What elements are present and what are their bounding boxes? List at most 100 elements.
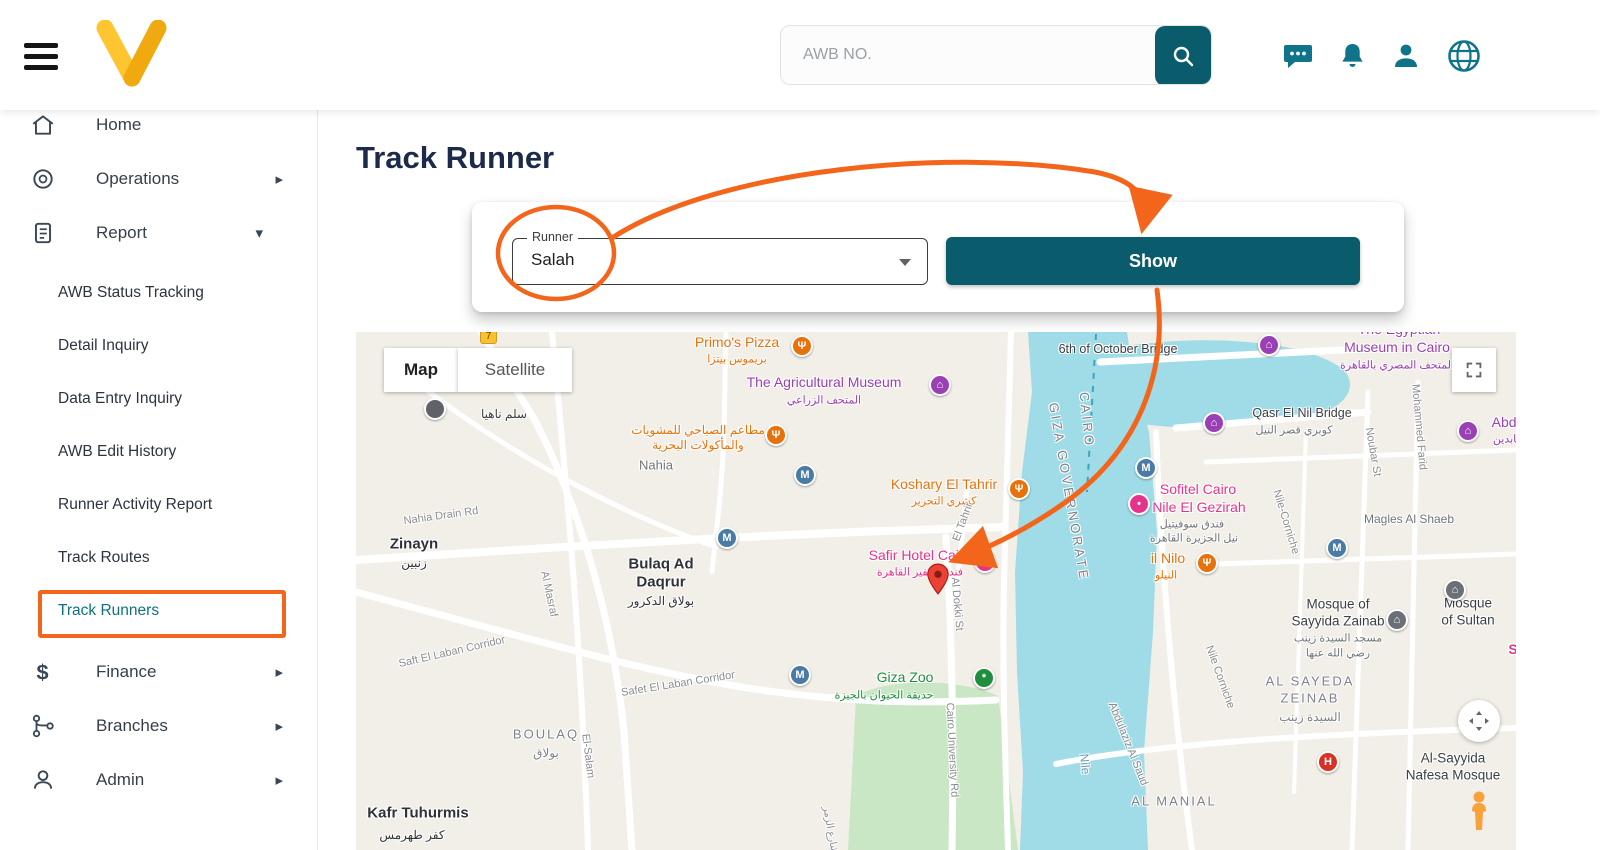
map-label: عابدين xyxy=(1492,433,1516,446)
map-label: Noubar St xyxy=(1362,426,1384,478)
attraction-poi[interactable]: ⌂ xyxy=(1203,412,1225,434)
map-label: بريموس بيتزا xyxy=(707,353,767,366)
map-label: Safet El Laban Corridor xyxy=(620,669,736,699)
runner-location-marker[interactable] xyxy=(921,561,955,602)
chevron-right-icon: ▸ xyxy=(275,171,283,188)
landmark-poi[interactable] xyxy=(424,398,446,420)
map-label: Koshary El Tahrir xyxy=(890,476,998,492)
map-label: Nile Corniche xyxy=(1203,643,1237,711)
map-label: Al Masraf xyxy=(538,570,560,618)
map-label: Giza Zoo xyxy=(876,669,934,685)
admin-person-icon xyxy=(33,770,53,789)
map-label: فندق سوفيتيل xyxy=(1159,518,1225,531)
brand-logo xyxy=(95,19,167,93)
map-label: il Nilo xyxy=(1150,550,1186,566)
map-label: النيلو xyxy=(1154,569,1178,582)
map-label: المتحف المصري بالقاهرة xyxy=(1340,359,1454,372)
hotel-poi[interactable]: • xyxy=(1128,493,1150,515)
sidebar-item-runner-activity-report[interactable]: Runner Activity Report xyxy=(0,478,317,531)
svg-text:$: $ xyxy=(37,660,49,685)
map-label: BOULAQ xyxy=(512,726,580,742)
map-label: 6th of October Bridge xyxy=(1058,342,1178,356)
pegman-icon[interactable] xyxy=(1466,790,1492,837)
hamburger-menu-icon[interactable] xyxy=(24,43,58,76)
notifications-bell-icon[interactable] xyxy=(1339,42,1366,76)
map-label: بولاق الدكرور xyxy=(627,594,695,608)
show-button[interactable]: Show xyxy=(946,237,1360,285)
sidebar-item-awb-edit-history[interactable]: AWB Edit History xyxy=(0,425,317,478)
sidebar-item-awb-status-tracking[interactable]: AWB Status Tracking xyxy=(0,266,317,319)
report-submenu: AWB Status Tracking Detail Inquiry Data … xyxy=(0,266,317,637)
metro-station-poi[interactable]: M xyxy=(1135,457,1157,479)
map-canvas[interactable]: Primo's Pizza بريموس بيتزا The Agricultura… xyxy=(356,332,1516,850)
route-shield-badge: 7 xyxy=(480,332,497,344)
search-button[interactable] xyxy=(1155,26,1211,84)
awb-search-input[interactable] xyxy=(781,26,1155,84)
restaurant-poi[interactable]: Ψ xyxy=(765,424,787,446)
mosque-poi[interactable]: ⌂ xyxy=(1386,609,1408,631)
map-label: سلم ناهيا xyxy=(481,407,527,421)
map-label: Nile El Gezirah xyxy=(1152,499,1246,515)
chevron-right-icon: ▸ xyxy=(275,664,283,681)
pan-arrows-icon xyxy=(1469,711,1489,731)
chat-icon[interactable] xyxy=(1283,42,1313,75)
hospital-poi[interactable]: H xyxy=(1317,751,1339,773)
chevron-right-icon: ▸ xyxy=(275,718,283,735)
map-label: Sayyida Zainab xyxy=(1291,613,1385,629)
pan-control-button[interactable] xyxy=(1458,700,1500,742)
restaurant-poi[interactable]: Ψ xyxy=(1008,478,1030,500)
search-icon xyxy=(1173,46,1194,67)
mosque-poi[interactable]: ⌂ xyxy=(1444,579,1466,601)
sidebar-item-detail-inquiry[interactable]: Detail Inquiry xyxy=(0,319,317,372)
metro-station-poi[interactable]: M xyxy=(789,664,811,686)
palace-poi[interactable]: ⌂ xyxy=(1457,420,1479,442)
map-label: Abdulaziz Al Saud xyxy=(1105,700,1151,788)
language-globe-icon[interactable] xyxy=(1446,38,1482,79)
map-label: بولاق xyxy=(533,746,559,760)
runner-select-label: Runner xyxy=(527,230,578,244)
restaurant-poi[interactable]: Ψ xyxy=(1196,552,1218,574)
zoo-poi[interactable]: * xyxy=(973,667,995,689)
hotel-poi[interactable]: • xyxy=(974,551,996,573)
satellite-view-button[interactable]: Satellite xyxy=(458,348,572,392)
profile-icon[interactable] xyxy=(1392,42,1420,75)
map-label: Magles Al Shaeb xyxy=(1363,512,1455,526)
metro-station-poi[interactable]: M xyxy=(1326,537,1348,559)
map-label: Daqrur xyxy=(636,573,686,591)
sidebar-item-finance[interactable]: $ Finance ▸ xyxy=(0,645,317,699)
sidebar-item-report[interactable]: Report ▾ xyxy=(0,206,317,260)
sidebar-item-branches[interactable]: Branches ▸ xyxy=(0,699,317,753)
map-view-button[interactable]: Map xyxy=(384,348,458,392)
metro-station-poi[interactable]: M xyxy=(794,464,816,486)
runner-select[interactable]: Runner Salah xyxy=(512,230,928,285)
sidebar-item-track-runners[interactable]: Track Runners xyxy=(0,584,317,637)
page-title: Track Runner xyxy=(356,140,555,175)
map-label: Mohammed Farid xyxy=(1409,383,1429,471)
restaurant-poi[interactable]: Ψ xyxy=(791,335,813,357)
fullscreen-button[interactable] xyxy=(1452,348,1496,392)
sidebar-item-track-routes[interactable]: Track Routes xyxy=(0,531,317,584)
map-label: Al-Sayyida xyxy=(1420,750,1486,766)
sidebar-item-label: Home xyxy=(96,115,142,134)
map-label: El-Salam xyxy=(579,733,597,779)
sidebar-item-data-entry-inquiry[interactable]: Data Entry Inquiry xyxy=(0,372,317,425)
metro-station-poi[interactable]: M xyxy=(716,527,738,549)
museum-poi[interactable]: ⌂ xyxy=(1258,334,1280,356)
map-label: ZEINAB xyxy=(1280,690,1340,706)
map-label: والمأكولات البحرية xyxy=(652,438,744,452)
map-label: Museum in Cairo xyxy=(1344,339,1450,355)
sidebar-item-admin[interactable]: Admin ▸ xyxy=(0,753,317,807)
map-label: رضي الله عنها xyxy=(1305,647,1371,660)
map-label: of Sultan xyxy=(1441,612,1495,628)
top-header xyxy=(0,0,1600,110)
map-label: AL SAYEDA xyxy=(1265,673,1355,689)
map-label: Nile-Corniche xyxy=(1270,488,1302,556)
sidebar-nav: Home Operations ▸ Report ▾ AWB Status Tr… xyxy=(0,0,318,850)
sidebar-item-operations[interactable]: Operations ▸ xyxy=(0,152,317,206)
map-label: مطاعم الصباحي للمشويات xyxy=(631,423,765,437)
map-label: كوبري قصر النيل xyxy=(1255,424,1333,437)
museum-poi[interactable]: ⌂ xyxy=(929,374,951,396)
map-label: Nafesa Mosque xyxy=(1405,767,1501,783)
sidebar-item-label: Branches xyxy=(96,716,168,735)
map-label: Kafr Tuhurmis xyxy=(367,804,469,822)
